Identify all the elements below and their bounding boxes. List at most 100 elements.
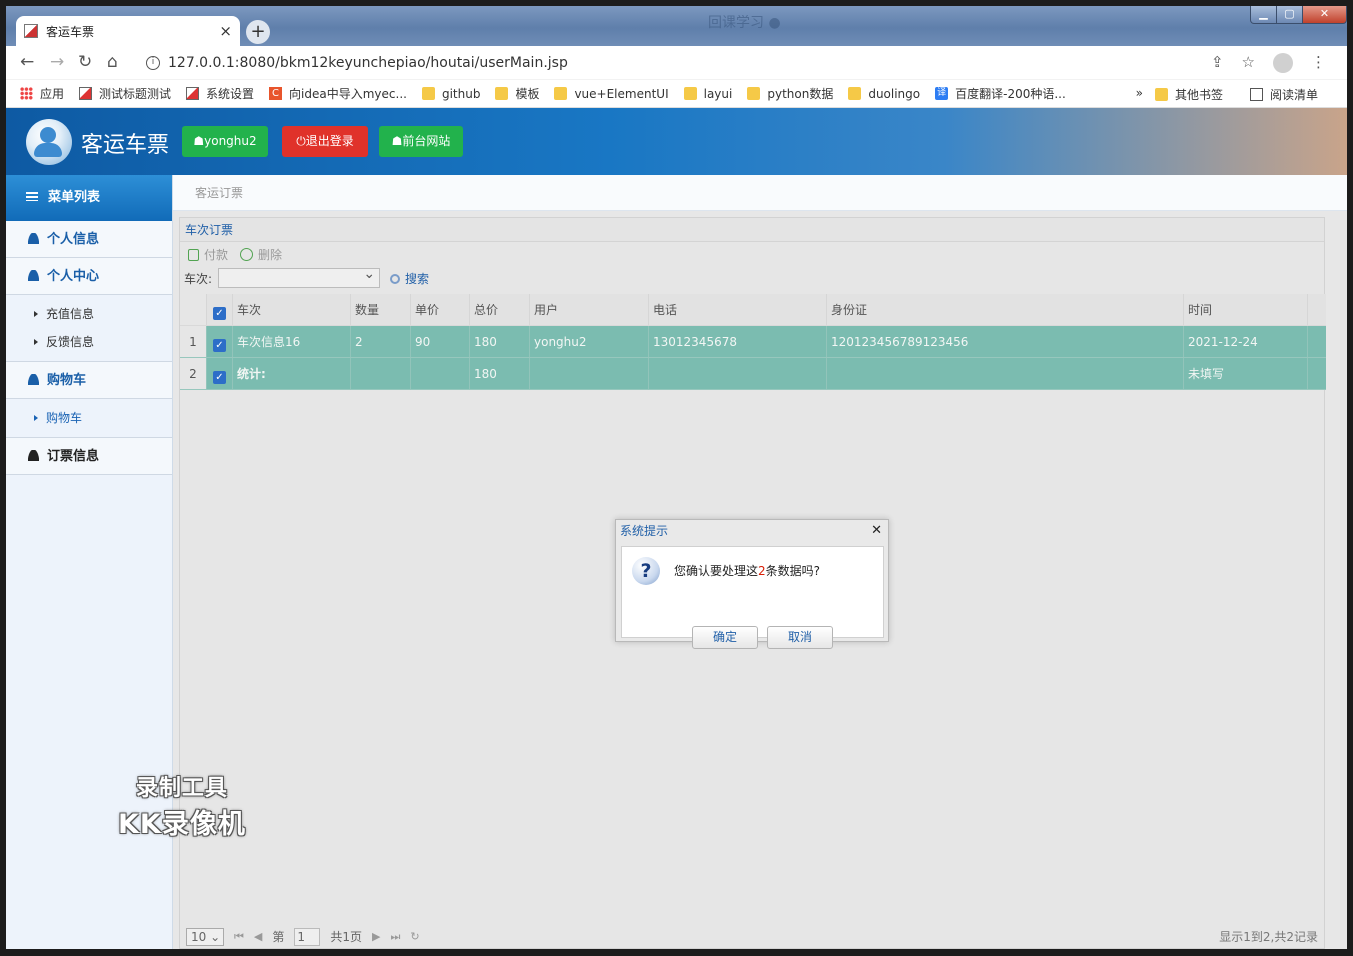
bookmark-apps[interactable]: 应用 <box>20 85 64 102</box>
pager-info: 显示1到2,共2记录 <box>1219 930 1318 944</box>
tab-title: 客运车票 <box>46 24 95 39</box>
table-cell: 120123456789123456 <box>827 326 1184 357</box>
new-tab-button[interactable]: + <box>246 20 270 44</box>
folder-icon <box>554 87 568 100</box>
train-label: 车次: <box>184 271 213 286</box>
prev-page-icon[interactable]: ◀ <box>254 930 262 943</box>
table-row-summary[interactable]: 2 ✓ 统计: 180 未填写 <box>180 358 1326 390</box>
user-icon <box>28 270 39 281</box>
sidebar-label: 个人中心 <box>47 269 100 284</box>
reading-list[interactable]: 阅读清单 <box>1249 86 1318 103</box>
column-header[interactable]: 总价 <box>470 294 530 325</box>
reload-icon[interactable]: ↻ <box>78 52 92 72</box>
caret-right-icon <box>34 311 38 317</box>
page-number-input[interactable]: 1 <box>294 927 321 946</box>
column-header[interactable]: 单价 <box>411 294 470 325</box>
star-icon[interactable]: ☆ <box>1242 53 1255 73</box>
bookmark-label: 其他书签 <box>1174 88 1223 102</box>
bookmark-label: 向idea中导入myec... <box>289 87 407 101</box>
table-cell <box>649 358 827 389</box>
column-header[interactable]: 车次 <box>233 294 351 325</box>
first-page-icon[interactable]: ⏮ <box>234 930 244 944</box>
minimize-button[interactable]: ▁ <box>1250 6 1277 24</box>
column-header[interactable]: 数量 <box>351 294 411 325</box>
total-pages: 共1页 <box>330 930 363 944</box>
sidebar-item-personal-info[interactable]: 个人信息 <box>6 221 172 258</box>
message-text: 您确认要处理这 <box>674 564 759 578</box>
profile-avatar-icon[interactable] <box>1273 53 1293 73</box>
column-header[interactable]: 时间 <box>1184 294 1308 325</box>
home-icon[interactable]: ⌂ <box>107 52 118 72</box>
app-header: 客运车票 ☗yonghu2 ⏻退出登录 ☗前台网站 <box>6 108 1347 175</box>
sidebar-item-cart-section[interactable]: 购物车 <box>6 362 172 399</box>
sidebar-item-orders[interactable]: 订票信息 <box>6 438 172 475</box>
sidebar-item-feedback[interactable]: 反馈信息 <box>6 328 172 356</box>
page-size-select[interactable]: 10 ⌄ <box>186 927 224 946</box>
url-text: 127.0.0.1:8080/bkm12keyunchepiao/houtai/… <box>168 55 568 71</box>
message-text: 条数据吗? <box>765 564 821 578</box>
bookmark-label: vue+ElementUI <box>574 86 669 101</box>
sidebar-item-recharge[interactable]: 充值信息 <box>6 300 172 328</box>
bookmark-label: 测试标题测试 <box>99 87 172 101</box>
more-bookmarks-icon[interactable]: » <box>1136 86 1143 103</box>
browser-tab[interactable]: 客运车票 × <box>16 16 240 46</box>
forward-icon[interactable]: → <box>50 52 64 72</box>
menu-list-header: 菜单列表 <box>6 175 172 221</box>
train-select[interactable] <box>218 266 381 288</box>
row-number: 2 <box>180 358 207 389</box>
column-header[interactable]: 电话 <box>649 294 827 325</box>
user-button-label: yonghu2 <box>204 134 257 148</box>
address-bar[interactable]: i 127.0.0.1:8080/bkm12keyunchepiao/houta… <box>136 50 1326 76</box>
table-cell: 未填写 <box>1184 358 1308 389</box>
check-icon: ✓ <box>213 371 226 384</box>
panel-toolbar: 付款 删除 <box>180 242 1324 266</box>
bookmark-folder[interactable]: 模板 <box>495 85 539 102</box>
refresh-icon[interactable]: ↻ <box>410 930 419 943</box>
select-all-checkbox[interactable]: ✓ <box>207 294 233 325</box>
bookmark-folder[interactable]: duolingo <box>848 87 920 101</box>
bookmark-item[interactable]: C 向idea中导入myec... <box>269 85 407 102</box>
back-icon[interactable]: ← <box>20 52 34 72</box>
bookmark-folder[interactable]: layui <box>683 87 732 101</box>
delete-button[interactable]: 删除 <box>240 246 282 263</box>
tab-close-icon[interactable]: × <box>219 22 232 40</box>
table-cell: 2021-12-24 <box>1184 326 1308 357</box>
share-icon[interactable]: ⇪ <box>1211 53 1224 73</box>
other-bookmarks[interactable]: 其他书签 <box>1154 86 1223 103</box>
bookmark-item[interactable]: 测试标题测试 <box>79 85 171 102</box>
bookmark-item[interactable]: 系统设置 <box>186 85 254 102</box>
row-checkbox[interactable]: ✓ <box>207 326 233 357</box>
sidebar-item-cart[interactable]: 购物车 <box>6 404 172 432</box>
cancel-button[interactable]: 取消 <box>767 626 833 649</box>
dialog-title: 系统提示 <box>620 524 669 538</box>
logout-button[interactable]: ⏻退出登录 <box>282 126 368 157</box>
next-page-icon[interactable]: ▶ <box>372 930 380 943</box>
table-row[interactable]: 1 ✓ 车次信息16 2 90 180 yonghu2 13012345678 … <box>180 326 1326 358</box>
sidebar-item-personal-center[interactable]: 个人中心 <box>6 258 172 295</box>
dialog-close-icon[interactable]: ✕ <box>871 523 882 538</box>
image-icon <box>79 87 93 100</box>
pay-button[interactable]: 付款 <box>188 246 228 263</box>
last-page-icon[interactable]: ⏭ <box>391 930 401 944</box>
user-button[interactable]: ☗yonghu2 <box>182 126 268 157</box>
column-header[interactable]: 用户 <box>530 294 649 325</box>
menu-dots-icon[interactable]: ⋮ <box>1311 53 1326 73</box>
bookmark-label: python数据 <box>767 87 834 101</box>
frontend-site-button[interactable]: ☗前台网站 <box>379 126 463 157</box>
folder-icon <box>1154 88 1168 101</box>
frontend-button-label: 前台网站 <box>402 134 451 148</box>
maximize-button[interactable]: ▢ <box>1276 6 1303 24</box>
table-cell: 180 <box>470 358 530 389</box>
column-header[interactable]: 身份证 <box>827 294 1184 325</box>
confirm-button[interactable]: 确定 <box>692 626 758 649</box>
bookmark-folder[interactable]: python数据 <box>747 85 833 102</box>
user-icon <box>28 450 39 461</box>
site-info-icon[interactable]: i <box>146 56 160 70</box>
bookmark-item[interactable]: 译百度翻译-200种语... <box>935 85 1066 102</box>
search-button[interactable]: 搜索 <box>390 270 429 287</box>
close-window-button[interactable]: ✕ <box>1302 6 1347 24</box>
bookmark-folder[interactable]: github <box>421 87 480 101</box>
list-icon <box>26 192 38 201</box>
row-checkbox[interactable]: ✓ <box>207 358 233 389</box>
bookmark-folder[interactable]: vue+ElementUI <box>554 86 669 101</box>
